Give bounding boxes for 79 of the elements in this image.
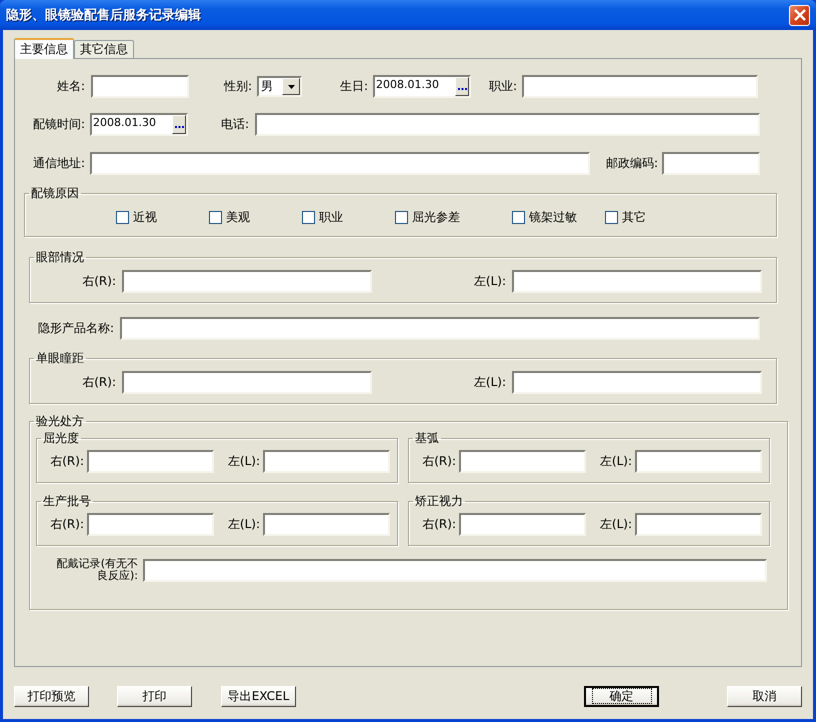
- field-label: 左(L):: [226, 453, 260, 470]
- gender-select[interactable]: 男: [257, 76, 302, 97]
- left-eye-field[interactable]: [263, 513, 390, 536]
- right-eye-field[interactable]: [122, 270, 372, 293]
- ellipsis-icon: [458, 88, 466, 91]
- field-label: 左(L):: [472, 374, 506, 391]
- close-icon: [794, 9, 806, 21]
- checkbox-option[interactable]: 职业: [302, 209, 395, 226]
- dialog-button[interactable]: 打印: [117, 686, 192, 707]
- phone-field[interactable]: [255, 113, 760, 136]
- date-picker-button[interactable]: [172, 115, 186, 134]
- checkbox[interactable]: [302, 211, 315, 224]
- close-button[interactable]: [789, 4, 810, 26]
- right-eye-field[interactable]: [459, 513, 586, 536]
- left-eye-field[interactable]: [635, 450, 762, 473]
- field-label: 右(R):: [81, 374, 116, 391]
- left-eye-field[interactable]: [512, 270, 762, 293]
- left-eye-field[interactable]: [635, 513, 762, 536]
- fitting-date-field[interactable]: 2008.01.30: [90, 113, 188, 136]
- birthday-field[interactable]: 2008.01.30: [373, 75, 471, 98]
- date-picker-button[interactable]: [455, 77, 469, 96]
- checkbox[interactable]: [209, 211, 222, 224]
- field-label: 电话:: [220, 116, 249, 133]
- checkbox[interactable]: [512, 211, 525, 224]
- field-label: 隐形产品名称:: [36, 320, 114, 337]
- right-eye-field[interactable]: [459, 450, 586, 473]
- checkbox[interactable]: [605, 211, 618, 224]
- group-title: 验光处方: [35, 413, 85, 430]
- field-label: 右(R):: [421, 453, 456, 470]
- field-label: 左(L):: [472, 273, 506, 290]
- group-title: 矫正视力: [414, 493, 464, 510]
- checkbox-option[interactable]: 屈光参差: [395, 209, 512, 226]
- checkbox-option[interactable]: 近视: [116, 209, 209, 226]
- field-label: 性别:: [222, 78, 252, 95]
- name-field[interactable]: [91, 75, 189, 98]
- address-field[interactable]: [90, 152, 590, 175]
- dialog-button[interactable]: 打印预览: [14, 686, 89, 707]
- field-label: 右(R):: [49, 453, 84, 470]
- group-title: 生产批号: [42, 493, 92, 510]
- left-eye-field[interactable]: [263, 450, 390, 473]
- field-label: 左(L):: [598, 453, 632, 470]
- dialog-button[interactable]: 导出EXCEL: [221, 686, 296, 707]
- right-eye-field[interactable]: [122, 371, 372, 394]
- field-label: 配镜时间:: [32, 116, 85, 133]
- left-eye-field[interactable]: [512, 371, 762, 394]
- field-label: 右(R):: [81, 273, 116, 290]
- field-label: 配戴记录(有无不良反应):: [56, 558, 138, 582]
- field-label: 生日:: [338, 78, 368, 95]
- dialog-button[interactable]: 取消: [727, 686, 802, 707]
- field-label: 左(L):: [226, 516, 260, 533]
- dropdown-arrow-icon: [288, 84, 294, 88]
- field-label: 邮政编码:: [604, 155, 658, 172]
- group-title: 基弧: [414, 430, 440, 447]
- wearing-record-field[interactable]: [143, 558, 767, 582]
- postcode-field[interactable]: [662, 152, 760, 175]
- product-name-field[interactable]: [120, 317, 760, 340]
- occupation-field[interactable]: [522, 75, 758, 98]
- tab[interactable]: 其它信息: [74, 40, 134, 58]
- field-label: 姓名:: [56, 78, 85, 95]
- checkbox-option[interactable]: 其它: [605, 209, 698, 226]
- window-title: 隐形、眼镜验配售后服务记录编辑: [6, 6, 201, 24]
- field-label: 左(L):: [598, 516, 632, 533]
- group-title: 屈光度: [42, 430, 80, 447]
- right-eye-field[interactable]: [87, 513, 214, 536]
- right-eye-field[interactable]: [87, 450, 214, 473]
- ellipsis-icon: [174, 126, 184, 129]
- checkbox-option[interactable]: 美观: [209, 209, 302, 226]
- field-label: 右(R):: [421, 516, 456, 533]
- checkbox-option[interactable]: 镜架过敏: [512, 209, 605, 226]
- field-label: 右(R):: [49, 516, 84, 533]
- dialog-button[interactable]: 确定: [584, 686, 659, 707]
- group-title: 配镜原因: [30, 185, 80, 202]
- checkbox[interactable]: [395, 211, 408, 224]
- checkbox[interactable]: [116, 211, 129, 224]
- group-title: 单眼瞳距: [35, 350, 85, 367]
- field-label: 通信地址:: [32, 155, 85, 172]
- field-label: 职业:: [488, 78, 517, 95]
- group-title: 眼部情况: [35, 249, 85, 266]
- tab[interactable]: 主要信息: [14, 38, 74, 59]
